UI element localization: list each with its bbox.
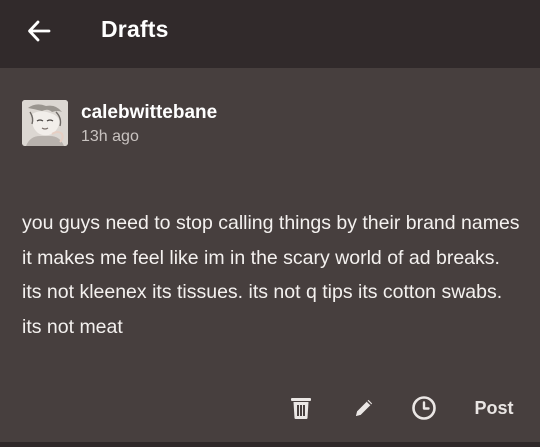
page-title: Drafts: [101, 16, 169, 42]
pencil-icon: [356, 399, 373, 416]
post-body: you guys need to stop calling things by …: [22, 212, 520, 338]
username[interactable]: calebwittebane: [81, 102, 217, 124]
avatar-image: [22, 100, 68, 146]
bottom-divider: [0, 442, 540, 447]
timestamp: 13h ago: [81, 128, 139, 145]
delete-button[interactable]: [286, 388, 316, 428]
edit-button[interactable]: [348, 388, 380, 428]
drafts-screen: Drafts calebwittebane 13h ago you guys n…: [0, 0, 540, 447]
schedule-button[interactable]: [408, 388, 440, 428]
post-button[interactable]: Post: [466, 388, 522, 428]
post-meta: calebwittebane 13h ago: [81, 102, 217, 146]
post-header: calebwittebane 13h ago: [22, 100, 217, 146]
trash-icon: [291, 398, 311, 419]
arrow-left-icon: [28, 20, 51, 42]
top-bar: Drafts: [0, 0, 540, 68]
post-actions: Post: [0, 388, 540, 428]
clock-icon: [412, 396, 436, 420]
back-button[interactable]: [22, 14, 56, 48]
avatar[interactable]: [22, 100, 68, 146]
